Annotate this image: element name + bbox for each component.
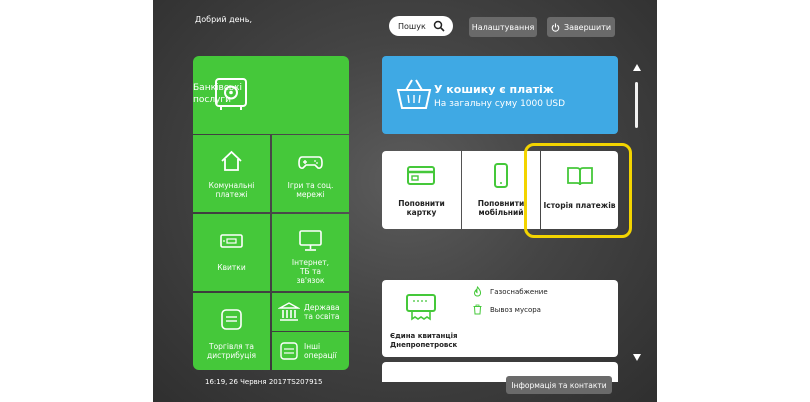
receipt-service-gas: Газоснабжение bbox=[472, 286, 548, 297]
scrollbar-thumb[interactable] bbox=[635, 82, 638, 128]
terminal-screen: Добрий день, Пошук Налаштування Завершит… bbox=[153, 0, 657, 402]
receipt-service-waste-label: Вывоз мусора bbox=[490, 305, 541, 314]
topup-card-button[interactable]: Поповнити картку bbox=[382, 151, 461, 229]
highlight-frame bbox=[524, 143, 632, 238]
category-panel: Банківські послуги Комунальні платежі Іг… bbox=[193, 56, 349, 370]
operations-icon bbox=[280, 342, 298, 360]
scroll-up-arrow[interactable] bbox=[633, 64, 641, 71]
basket-icon bbox=[396, 79, 432, 109]
category-games-label: Ігри та соц. мережі bbox=[287, 181, 334, 199]
cart-subtitle: На загальну суму 1000 USD bbox=[434, 99, 566, 109]
receipt-icon bbox=[406, 294, 436, 321]
search-label: Пошук bbox=[398, 21, 426, 31]
settings-label: Налаштування bbox=[471, 22, 535, 32]
category-tickets[interactable]: Квитки bbox=[193, 214, 270, 291]
category-state-label: Держава та освіта bbox=[304, 303, 340, 321]
monitor-icon bbox=[299, 230, 322, 251]
single-receipt-card[interactable]: Єдина квитанція Днепропетровск Газоснабж… bbox=[382, 280, 618, 357]
category-trade[interactable]: Торгівля та дистрибуція bbox=[193, 293, 270, 370]
category-state[interactable]: Держава та освіта bbox=[272, 293, 349, 331]
category-games[interactable]: Ігри та соц. мережі bbox=[272, 135, 349, 212]
category-utilities-label: Комунальні платежі bbox=[208, 181, 255, 199]
receipt-title: Єдина квитанція Днепропетровск bbox=[390, 332, 458, 349]
power-icon bbox=[551, 22, 560, 32]
gamepad-icon bbox=[298, 156, 323, 169]
category-banking[interactable]: Банківські послуги bbox=[193, 56, 349, 134]
exit-button[interactable]: Завершити bbox=[547, 17, 615, 37]
settings-button[interactable]: Налаштування bbox=[469, 17, 537, 37]
search-button[interactable]: Пошук bbox=[389, 16, 453, 36]
smartphone-icon bbox=[494, 163, 508, 188]
receipt-service-gas-label: Газоснабжение bbox=[490, 287, 548, 296]
category-banking-label: Банківські послуги bbox=[193, 83, 243, 105]
category-internet[interactable]: Інтернет, ТБ та зв'язок bbox=[272, 214, 349, 291]
government-building-icon bbox=[278, 302, 300, 321]
category-tickets-label: Квитки bbox=[217, 263, 246, 272]
credit-card-icon bbox=[407, 166, 435, 185]
topup-mobile-label: Поповнити мобільний bbox=[477, 199, 525, 217]
search-icon bbox=[433, 20, 445, 32]
house-icon bbox=[221, 150, 242, 171]
ticket-icon bbox=[220, 234, 243, 248]
trash-icon bbox=[473, 304, 482, 315]
cart-title: У кошику є платіж bbox=[434, 83, 554, 96]
cart-banner[interactable]: У кошику є платіж На загальну суму 1000 … bbox=[382, 56, 618, 134]
category-utilities[interactable]: Комунальні платежі bbox=[193, 135, 270, 212]
invoice-icon bbox=[221, 309, 242, 330]
topup-card-label: Поповнити картку bbox=[398, 199, 445, 217]
receipt-service-waste: Вывоз мусора bbox=[472, 304, 541, 315]
category-other[interactable]: Інші операції bbox=[272, 332, 349, 370]
scroll-down-arrow[interactable] bbox=[633, 354, 641, 361]
category-trade-label: Торгівля та дистрибуція bbox=[207, 342, 256, 360]
exit-label: Завершити bbox=[563, 22, 612, 32]
status-date: 26 Червня 2017 bbox=[229, 378, 287, 386]
greeting-text: Добрий день, bbox=[195, 15, 253, 24]
category-internet-label: Інтернет, ТБ та зв'язок bbox=[291, 258, 330, 285]
status-time: 16:19, bbox=[205, 378, 228, 386]
category-other-label: Інші операції bbox=[304, 342, 337, 360]
info-contacts-label: Інформація та контакти bbox=[511, 380, 607, 390]
terminal-id: TS207915 bbox=[287, 378, 323, 386]
flame-icon bbox=[473, 286, 482, 297]
info-contacts-button[interactable]: Інформація та контакти bbox=[506, 376, 612, 394]
